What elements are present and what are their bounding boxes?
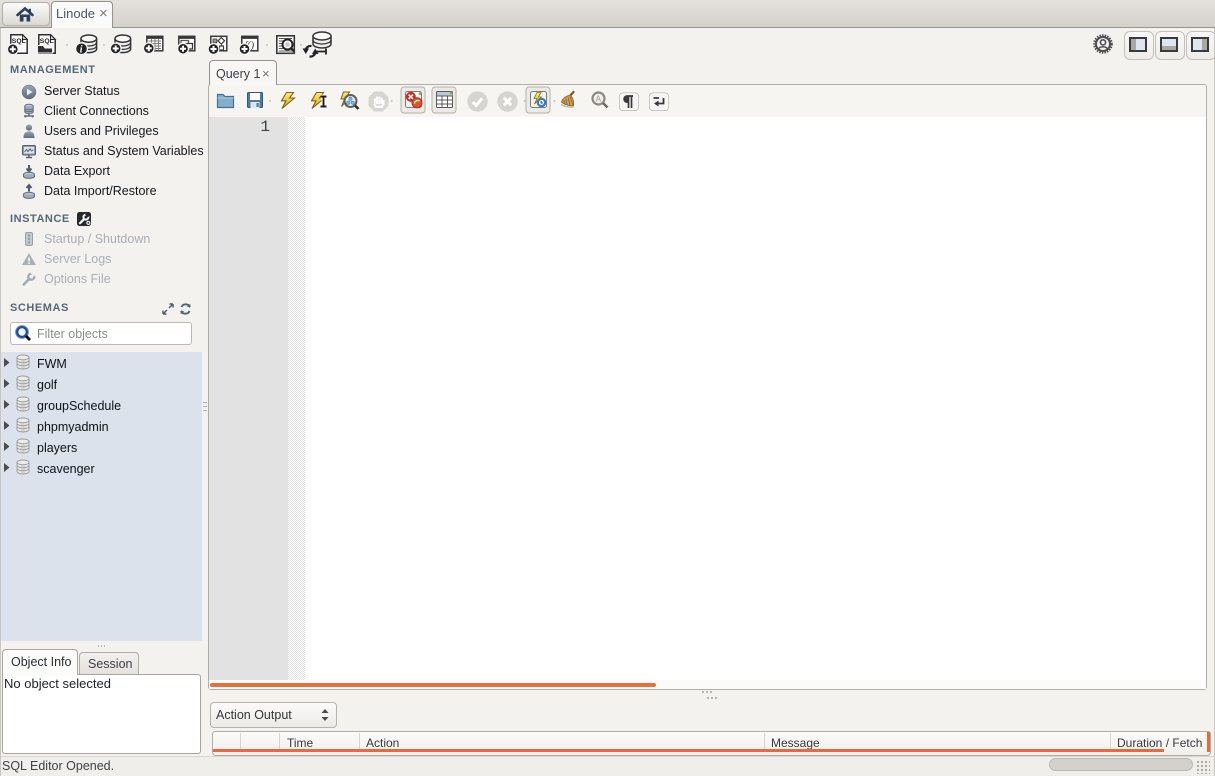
svg-text:i: i [80, 44, 83, 55]
svg-text:A: A [596, 95, 602, 104]
